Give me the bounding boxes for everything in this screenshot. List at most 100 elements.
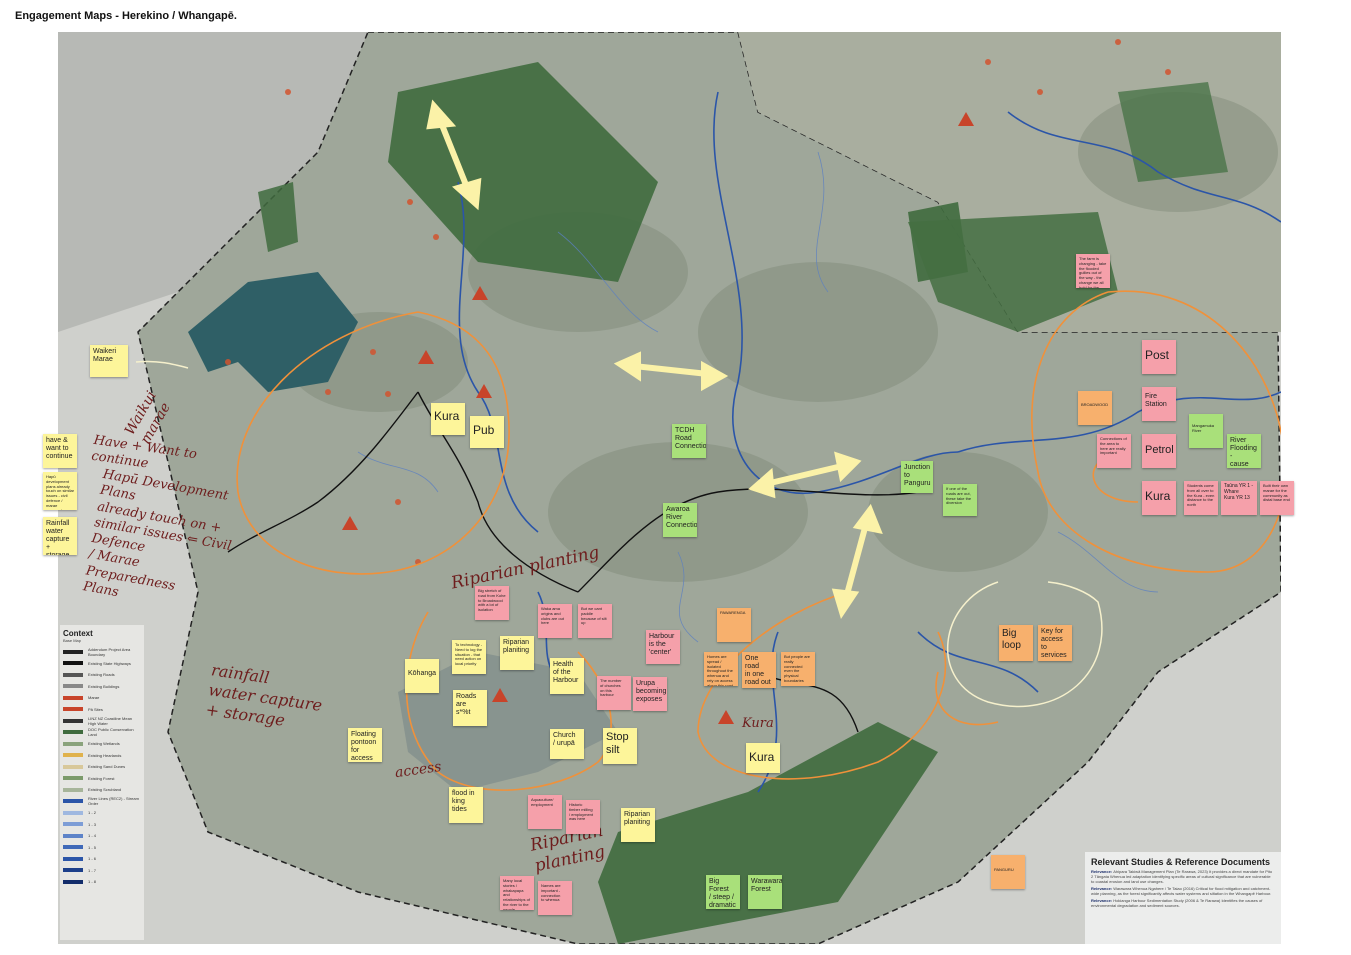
legend-item: Existing Forest xyxy=(63,773,141,785)
legend-item: Pā Sites xyxy=(63,704,141,716)
legend-item: 1 - 6 xyxy=(63,853,141,865)
legend-item: River Lines (REC2) - Stream Order xyxy=(63,796,141,808)
note-kura-west: Kura xyxy=(431,403,465,435)
legend-item: LINZ NZ Coastline Mean High Water xyxy=(63,715,141,727)
legend-item: Addendum Project Area Boundary xyxy=(63,646,141,658)
legend-item: 1 - 7 xyxy=(63,865,141,877)
map-legend: Context Base Map Addendum Project Area B… xyxy=(60,625,144,940)
note-urupa-exposes: Urupa becoming exposes xyxy=(633,677,667,711)
note-big-loop: Big loop xyxy=(999,625,1033,661)
reference-line: Relevance: Hokianga Harbour Sedimentatio… xyxy=(1091,898,1275,908)
note-many-local-stories: Many local stories / whakapapa and relat… xyxy=(500,876,534,910)
note-flood-king-tides: flood in king tides xyxy=(449,787,483,823)
legend-title: Context xyxy=(63,629,93,638)
legend-item: Existing Sand Dunes xyxy=(63,761,141,773)
note-churches-harbour: The number of churches on this harbour xyxy=(597,676,631,710)
note-built-own-marae: Built their own marae for the community … xyxy=(1260,481,1294,515)
note-fire-station: Fire Station xyxy=(1142,387,1176,421)
legend-swatch xyxy=(63,718,83,723)
legend-item: 1 - 3 xyxy=(63,819,141,831)
legend-swatch xyxy=(63,707,83,712)
legend-item: Existing Hearlands xyxy=(63,750,141,762)
legend-item: 1 - 5 xyxy=(63,842,141,854)
note-panguru: PANGURU xyxy=(991,855,1025,889)
legend-label: Existing Buildings xyxy=(88,683,120,689)
legend-item: 1 - 2 xyxy=(63,807,141,819)
legend-swatch xyxy=(63,799,83,804)
note-post: Post xyxy=(1142,340,1176,374)
handwriting-kura: Kura xyxy=(742,716,774,731)
legend-label: 1 - 7 xyxy=(88,867,97,873)
legend-item: Existing Buildings xyxy=(63,681,141,693)
legend-item: Existing Roads xyxy=(63,669,141,681)
page-title: Engagement Maps - Herekino / Whangapē. xyxy=(15,10,237,22)
note-awaroa-river: Awaroa River Connection xyxy=(663,503,697,537)
note-homes-spread: Homes are spread / isolated throughout t… xyxy=(704,652,738,686)
note-harbour-center: Harbour is the 'center' xyxy=(646,630,680,664)
legend-item: Existing State Highways xyxy=(63,658,141,670)
note-climate: The farm is changing - take the flooded … xyxy=(1076,254,1110,288)
note-historic-timber: Historic timber milling / employment was… xyxy=(566,800,600,834)
note-big-stretch: Big stretch of road from Kohe to Broadwo… xyxy=(475,586,509,620)
legend-swatch xyxy=(63,684,83,689)
note-health-harbour: Health of the Harbour xyxy=(550,658,584,694)
legend-swatch xyxy=(63,695,83,700)
legend-label: 1 - 6 xyxy=(88,856,97,862)
legend-swatch xyxy=(63,672,83,677)
note-roads-out-diversion: If one of the roads are out, these take … xyxy=(943,484,977,516)
legend-label: Existing Roads xyxy=(88,672,115,678)
engagement-map-photo xyxy=(58,32,1281,944)
legend-label: 1 - 4 xyxy=(88,833,97,839)
legend-swatch xyxy=(63,649,83,654)
legend-label: 1 - 8 xyxy=(88,879,97,885)
legend-label: DOC Public Conservation Land xyxy=(88,727,134,738)
legend-item: Existing Wetlands xyxy=(63,738,141,750)
base-map xyxy=(58,32,1281,944)
note-roads-are: Roads are s*%t xyxy=(453,690,487,726)
legend-swatch xyxy=(63,845,83,850)
note-petrol: Petrol xyxy=(1142,434,1176,468)
legend-items: Addendum Project Area Boundary Existing S… xyxy=(63,646,141,888)
note-rainfall-storage: Rainfall water capture + storage xyxy=(43,517,77,555)
legend-label: 1 - 2 xyxy=(88,810,97,816)
legend-swatch xyxy=(63,764,83,769)
note-tauna-yr: Taūna YR 1 - Whare Kura YR 13 xyxy=(1221,481,1257,515)
note-riparian-2: Riparian planiting xyxy=(621,808,655,842)
note-pawarenga: PAWARENGA xyxy=(717,608,751,642)
legend-swatch xyxy=(63,822,83,827)
legend-label: River Lines (REC2) - Stream Order xyxy=(88,796,139,807)
note-mangamuka-river: Mangamuka River xyxy=(1189,414,1223,448)
reference-text: Ahipara Takiwā Management Plan (Te Raraw… xyxy=(1091,869,1273,884)
legend-label: LINZ NZ Coastline Mean High Water xyxy=(88,715,133,726)
note-kohanga: Kōhanga xyxy=(405,659,439,693)
reference-text: Warawara Whenua Ngahere / Te Taiao (2016… xyxy=(1091,886,1272,896)
note-river-flooding: River Flooding - cause road failures xyxy=(1227,434,1261,468)
note-warawara-forest: Warawara Forest xyxy=(748,875,782,909)
legend-subtitle: Base Map xyxy=(63,638,82,643)
legend-label: 1 - 5 xyxy=(88,844,97,850)
legend-swatch xyxy=(63,787,83,792)
note-hapu-development: Hapū development plans already touch on … xyxy=(43,472,77,510)
handwriting-hapu-plans: Hapū Development Plans already touch on … xyxy=(81,466,233,600)
note-not-connected: But people are really connected even the… xyxy=(781,652,815,686)
legend-swatch xyxy=(63,741,83,746)
legend-label: Existing Wetlands xyxy=(88,741,120,747)
note-connections-area: Connections of the area to here are real… xyxy=(1097,434,1131,468)
note-broadwood: BROADWOOD xyxy=(1078,391,1112,425)
note-one-road: One road in one road out xyxy=(742,652,776,688)
note-tcdh-road: TCDH Road Connection xyxy=(672,424,706,458)
legend-swatch xyxy=(63,879,83,884)
legend-label: Pā Sites xyxy=(88,706,103,712)
note-paddle-silt: But we cant paddle because of silt up xyxy=(578,604,612,638)
legend-swatch xyxy=(63,833,83,838)
legend-label: Existing Hearlands xyxy=(88,752,122,758)
legend-swatch xyxy=(63,776,83,781)
legend-item: Existing Scrubland xyxy=(63,784,141,796)
legend-swatch xyxy=(63,868,83,873)
reference-line: Relevance: Warawara Whenua Ngahere / Te … xyxy=(1091,886,1275,896)
legend-label: Existing Sand Dunes xyxy=(88,764,126,770)
note-riparian-1: Riparian planiting xyxy=(500,636,534,670)
note-kura-south: Kura xyxy=(746,743,780,773)
note-waka-ama: Waka ama origins and clubs are out here xyxy=(538,604,572,638)
legend-label: 1 - 3 xyxy=(88,821,97,827)
